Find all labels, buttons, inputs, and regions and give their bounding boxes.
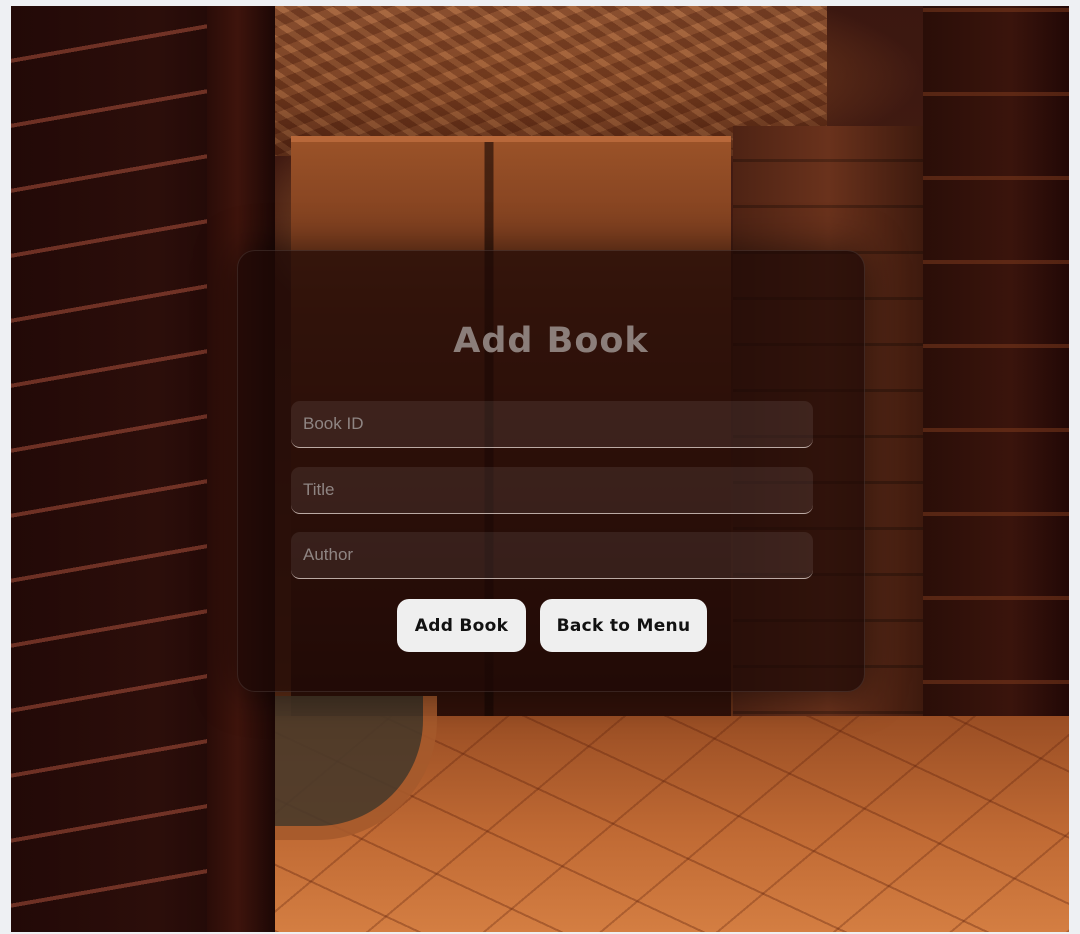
back-to-menu-button[interactable]: Back to Menu <box>540 599 707 652</box>
library-background: Add Book Add Book Back to Menu <box>11 6 1069 932</box>
add-book-card: Add Book Add Book Back to Menu <box>237 250 865 692</box>
title-input[interactable] <box>291 467 813 514</box>
book-id-input[interactable] <box>291 401 813 448</box>
author-input[interactable] <box>291 532 813 579</box>
add-book-button[interactable]: Add Book <box>397 599 526 652</box>
page-title: Add Book <box>453 321 649 361</box>
